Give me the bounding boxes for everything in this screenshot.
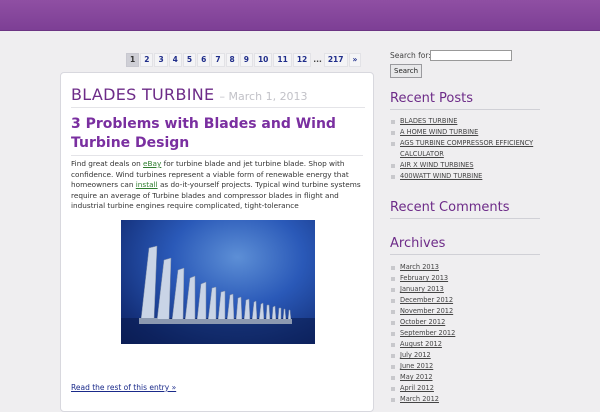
install-link[interactable]: install bbox=[136, 180, 158, 189]
archives-heading: Archives bbox=[390, 236, 540, 255]
page-link-last[interactable]: 217 bbox=[323, 53, 348, 67]
page-link[interactable]: 6 bbox=[197, 53, 211, 67]
page-link[interactable]: 7 bbox=[211, 53, 225, 67]
archives-list: March 2013 February 2013 January 2013 De… bbox=[390, 262, 455, 405]
recent-post-link[interactable]: 400WATT WIND TURBINE bbox=[400, 172, 482, 180]
search-button[interactable]: Search bbox=[390, 64, 423, 78]
list-item: October 2012 bbox=[390, 317, 455, 328]
recent-comments-heading: Recent Comments bbox=[390, 200, 540, 219]
recent-posts-heading: Recent Posts bbox=[390, 91, 540, 110]
search-input[interactable] bbox=[430, 50, 512, 61]
archive-link[interactable]: June 2012 bbox=[400, 362, 433, 370]
archive-link[interactable]: December 2012 bbox=[400, 296, 453, 304]
archive-link[interactable]: February 2013 bbox=[400, 274, 448, 282]
post-card: BLADES TURBINE – March 1, 2013 3 Problem… bbox=[60, 72, 374, 412]
search-label: Search for: bbox=[390, 51, 431, 60]
archive-link[interactable]: April 2012 bbox=[400, 384, 434, 392]
archive-link[interactable]: May 2012 bbox=[400, 373, 433, 381]
page-link[interactable]: 3 bbox=[154, 53, 168, 67]
recent-post-link[interactable]: A HOME WIND TURBINE bbox=[400, 128, 478, 136]
archive-link[interactable]: November 2012 bbox=[400, 307, 453, 315]
page-link[interactable]: 10 bbox=[253, 53, 273, 67]
post-body: Find great deals on eBay for turbine bla… bbox=[71, 159, 365, 212]
page-link-current: 1 bbox=[126, 53, 140, 67]
page-link[interactable]: 4 bbox=[168, 53, 182, 67]
post-header: BLADES TURBINE – March 1, 2013 bbox=[71, 85, 365, 108]
list-item: September 2012 bbox=[390, 328, 455, 339]
archive-link[interactable]: January 2013 bbox=[400, 285, 444, 293]
page-link-next[interactable]: » bbox=[348, 53, 362, 67]
recent-post-link[interactable]: AIR X WIND TURBINES bbox=[400, 161, 474, 169]
archive-link[interactable]: July 2012 bbox=[400, 351, 431, 359]
archive-link[interactable]: September 2012 bbox=[400, 329, 455, 337]
page-ellipsis: ... bbox=[313, 55, 322, 64]
list-item: December 2012 bbox=[390, 295, 455, 306]
header-bar bbox=[0, 0, 600, 31]
list-item: AGS TURBINE COMPRESSOR EFFICIENCY CALCUL… bbox=[390, 138, 540, 160]
list-item: May 2012 bbox=[390, 372, 455, 383]
read-more-link[interactable]: Read the rest of this entry » bbox=[71, 383, 176, 392]
page-link[interactable]: 5 bbox=[182, 53, 197, 67]
list-item: 400WATT WIND TURBINE bbox=[390, 171, 540, 182]
turbine-blades-illustration bbox=[121, 245, 315, 344]
list-item: March 2013 bbox=[390, 262, 455, 273]
list-item: January 2013 bbox=[390, 284, 455, 295]
recent-post-link[interactable]: AGS TURBINE COMPRESSOR EFFICIENCY CALCUL… bbox=[400, 139, 533, 158]
turbine-blades-image bbox=[121, 220, 315, 344]
post-date: – March 1, 2013 bbox=[219, 90, 308, 103]
list-item: BLADES TURBINE bbox=[390, 116, 540, 127]
ebay-link[interactable]: eBay bbox=[143, 159, 161, 168]
list-item: AIR X WIND TURBINES bbox=[390, 160, 540, 171]
post-title[interactable]: 3 Problems with Blades and Wind Turbine … bbox=[71, 115, 363, 156]
blog-title-link[interactable]: BLADES TURBINE bbox=[71, 85, 214, 104]
page-link[interactable]: 12 bbox=[292, 53, 312, 67]
page-link[interactable]: 9 bbox=[239, 53, 253, 67]
list-item: June 2012 bbox=[390, 361, 455, 372]
list-item: A HOME WIND TURBINE bbox=[390, 127, 540, 138]
list-item: November 2012 bbox=[390, 306, 455, 317]
post-text: Find great deals on bbox=[71, 159, 144, 168]
page-link[interactable]: 8 bbox=[225, 53, 239, 67]
list-item: July 2012 bbox=[390, 350, 455, 361]
list-item: February 2013 bbox=[390, 273, 455, 284]
page-link[interactable]: 2 bbox=[140, 53, 154, 67]
recent-posts-list: BLADES TURBINE A HOME WIND TURBINE AGS T… bbox=[390, 116, 540, 182]
pagination: 1 2 3 4 5 6 7 8 9 10 11 12 ... 217 » bbox=[126, 53, 362, 67]
archive-link[interactable]: March 2013 bbox=[400, 263, 439, 271]
page-link[interactable]: 11 bbox=[273, 53, 292, 67]
list-item: August 2012 bbox=[390, 339, 455, 350]
list-item: April 2012 bbox=[390, 383, 455, 394]
archive-link[interactable]: August 2012 bbox=[400, 340, 442, 348]
archive-link[interactable]: October 2012 bbox=[400, 318, 445, 326]
archive-link[interactable]: March 2012 bbox=[400, 395, 439, 403]
recent-post-link[interactable]: BLADES TURBINE bbox=[400, 117, 457, 125]
